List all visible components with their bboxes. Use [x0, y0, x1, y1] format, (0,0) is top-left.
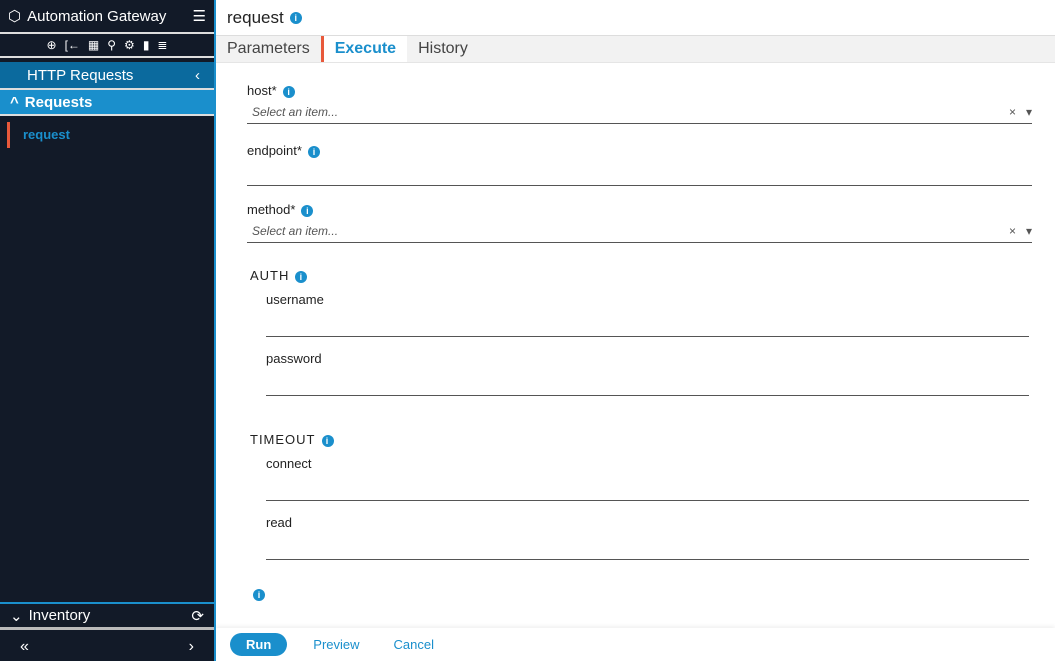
read-input[interactable] [266, 536, 1029, 560]
auth-group: AUTH i [250, 268, 308, 283]
cancel-button[interactable]: Cancel [386, 637, 442, 652]
info-icon[interactable]: i [307, 145, 320, 158]
import-icon[interactable]: [← [65, 38, 80, 52]
chevron-left-icon[interactable]: ‹ [195, 67, 200, 84]
read-field: read [266, 515, 1029, 560]
search-icon[interactable]: ⚲ [107, 38, 116, 52]
add-icon[interactable]: ⊕ [47, 38, 57, 52]
method-select[interactable]: Select an item... × ▾ [247, 219, 1032, 243]
section-title: HTTP Requests [27, 66, 134, 84]
host-label: host* [247, 83, 277, 98]
host-select[interactable]: Select an item... × ▾ [247, 100, 1032, 124]
requests-group[interactable]: ^ Requests [0, 90, 214, 116]
logo-icon: ⬡ [8, 8, 22, 25]
timeout-group: TIMEOUT i [250, 432, 334, 447]
connect-field: connect [266, 456, 1029, 501]
checklist-icon[interactable]: ≣ [157, 38, 167, 52]
tabs: Parameters Execute History [216, 36, 1055, 63]
info-icon[interactable]: i [295, 270, 308, 283]
timeout-label: TIMEOUT [250, 432, 316, 447]
endpoint-field: endpoint* i [247, 143, 1032, 186]
tab-execute[interactable]: Execute [320, 36, 408, 62]
endpoint-input[interactable] [247, 164, 1032, 186]
caret-down-icon[interactable]: ▾ [1026, 224, 1032, 238]
title-text: request [227, 7, 284, 27]
sidebar: ⬡ Automation Gateway ☰ ⊕ [← ▦ ⚲ ⚙ ▮ ≣ HT… [0, 0, 216, 661]
info-icon[interactable]: i [301, 204, 314, 217]
read-label: read [266, 515, 293, 530]
connect-label: connect [266, 456, 312, 471]
menu-icon[interactable]: ☰ [193, 7, 206, 25]
app-header: ⬡ Automation Gateway ☰ [0, 0, 214, 34]
password-field: password [266, 351, 1029, 396]
info-icon[interactable]: i [289, 11, 302, 24]
method-label: method* [247, 202, 296, 217]
clear-icon[interactable]: × [1009, 105, 1016, 119]
connect-input[interactable] [266, 477, 1029, 501]
inventory-header[interactable]: ⌄ Inventory ⟳ [0, 602, 214, 630]
password-input[interactable] [266, 372, 1029, 396]
username-input[interactable] [266, 313, 1029, 337]
run-button[interactable]: Run [230, 633, 288, 656]
toolbar: ⊕ [← ▦ ⚲ ⚙ ▮ ≣ [0, 34, 214, 58]
expand-button[interactable]: › [189, 638, 194, 656]
app-title: Automation Gateway [27, 7, 167, 25]
host-field: host* i Select an item... × ▾ [247, 83, 1032, 124]
caret-down-icon[interactable]: ▾ [1026, 105, 1032, 119]
chevron-down-icon: ⌄ [10, 607, 23, 625]
section-header[interactable]: HTTP Requests ‹ [0, 62, 214, 90]
main-panel: request i Parameters Execute History host… [216, 0, 1055, 661]
preview-button[interactable]: Preview [305, 637, 367, 652]
info-icon[interactable]: i [253, 589, 265, 601]
info-icon[interactable]: i [321, 434, 334, 447]
clear-icon[interactable]: × [1009, 224, 1016, 238]
username-label: username [266, 292, 324, 307]
sidebar-item-request[interactable]: request [7, 122, 214, 148]
endpoint-label: endpoint* [247, 143, 302, 158]
tab-parameters[interactable]: Parameters [216, 36, 321, 62]
action-bar: Run Preview Cancel [216, 628, 1055, 661]
gear-icon[interactable]: ⚙ [124, 38, 135, 52]
page-title: request i [216, 0, 1055, 36]
method-field: method* i Select an item... × ▾ [247, 202, 1032, 243]
username-field: username [266, 292, 1029, 337]
inventory-label: Inventory [28, 607, 91, 624]
refresh-icon[interactable]: ⟳ [191, 607, 204, 625]
tab-history[interactable]: History [407, 36, 479, 62]
password-label: password [266, 351, 322, 366]
method-placeholder: Select an item... [252, 223, 339, 238]
auth-label: AUTH [250, 268, 290, 283]
collapse-button[interactable]: « [20, 638, 29, 656]
grid-icon[interactable]: ▦ [88, 38, 99, 52]
info-icon[interactable]: i [282, 85, 295, 98]
group-label: Requests [24, 93, 93, 111]
chevron-up-icon: ^ [10, 93, 19, 111]
sidebar-footer: « › [0, 632, 214, 661]
document-icon[interactable]: ▮ [143, 38, 150, 52]
host-placeholder: Select an item... [252, 104, 339, 119]
